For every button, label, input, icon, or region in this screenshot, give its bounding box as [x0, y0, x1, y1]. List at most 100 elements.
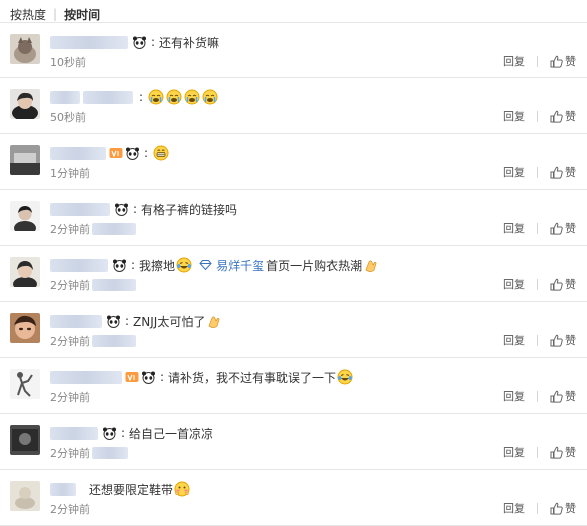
like-label: 赞: [565, 222, 576, 235]
crying-face-icon: [166, 89, 182, 105]
comment-item: : 给自己一首凉凉 2分钟前 回复 赞: [0, 414, 587, 470]
action-divider: [537, 110, 538, 122]
comment-actions: 回复 赞: [503, 164, 576, 180]
like-label: 赞: [565, 334, 576, 347]
timestamp: 2分钟前: [50, 391, 90, 404]
avatar[interactable]: [10, 369, 40, 399]
comment-content: : ZNJJ太可怕了: [50, 312, 223, 330]
like-label: 赞: [565, 110, 576, 123]
username-blurred[interactable]: [50, 146, 106, 160]
comment-item: 还想要限定鞋带 2分钟前 回复 赞: [0, 470, 587, 526]
comment-text: 我擦地: [139, 258, 176, 273]
username-blurred[interactable]: [50, 35, 128, 49]
sort-by-time-tab[interactable]: 按时间: [64, 6, 100, 23]
reply-button[interactable]: 回复: [503, 164, 525, 180]
comment-text-2: 首页一片购衣热潮: [266, 258, 363, 273]
laughing-tears-icon: [337, 369, 353, 385]
username-blurred[interactable]: [50, 90, 80, 104]
colon: :: [144, 146, 149, 160]
sort-by-hot-tab[interactable]: 按热度: [10, 6, 46, 23]
username-blurred[interactable]: [50, 426, 98, 440]
comment-content: : 我擦地 易烊千玺 首页一片购衣热潮: [50, 256, 380, 274]
thumbs-up-icon: [550, 166, 563, 179]
like-button[interactable]: 赞: [550, 388, 576, 404]
vip-badge-icon: [109, 147, 123, 160]
like-label: 赞: [565, 446, 576, 459]
thumbs-up-icon: [550, 222, 563, 235]
colon: :: [133, 202, 138, 216]
comment-actions: 回复 赞: [503, 276, 576, 292]
timestamp-text: 2分钟前: [50, 223, 90, 236]
colon: :: [125, 314, 130, 328]
action-divider: [537, 502, 538, 514]
like-button[interactable]: 赞: [550, 108, 576, 124]
like-button[interactable]: 赞: [550, 53, 576, 69]
timestamp: 1分钟前: [50, 167, 90, 180]
timestamp: 50秒前: [50, 111, 86, 124]
reply-button[interactable]: 回复: [503, 388, 525, 404]
avatar[interactable]: [10, 34, 40, 64]
blurred-text: [92, 335, 136, 347]
reply-button[interactable]: 回复: [503, 444, 525, 460]
grinning-face-icon: [153, 145, 169, 161]
comment-text: 请补货，我不过有事耽误了一下: [168, 370, 337, 385]
avatar[interactable]: [10, 425, 40, 455]
username-blurred[interactable]: [50, 482, 76, 496]
colon: :: [160, 370, 165, 384]
like-label: 赞: [565, 502, 576, 515]
like-button[interactable]: 赞: [550, 332, 576, 348]
thumbs-up-icon: [550, 446, 563, 459]
like-button[interactable]: 赞: [550, 164, 576, 180]
username-blurred[interactable]: [50, 258, 108, 272]
action-divider: [537, 278, 538, 290]
timestamp-text: 2分钟前: [50, 279, 90, 292]
blurred-text: [92, 279, 136, 291]
comment-actions: 回复 赞: [503, 500, 576, 516]
clapping-hands-icon: [206, 313, 222, 329]
timestamp: 2分钟前: [50, 446, 131, 460]
shy-face-icon: [174, 481, 190, 497]
like-button[interactable]: 赞: [550, 276, 576, 292]
comment-item: : 50秒前 回复 赞: [0, 78, 587, 134]
tab-divider: |: [53, 7, 58, 21]
reply-button[interactable]: 回复: [503, 53, 525, 69]
like-button[interactable]: 赞: [550, 444, 576, 460]
like-button[interactable]: 赞: [550, 500, 576, 516]
colon: :: [121, 426, 126, 440]
like-label: 赞: [565, 166, 576, 179]
sort-tabs: 按热度 | 按时间: [10, 6, 100, 22]
username-blurred[interactable]: [50, 370, 122, 384]
avatar[interactable]: [10, 481, 40, 511]
avatar[interactable]: [10, 257, 40, 287]
diamond-icon: [199, 260, 212, 270]
reply-button[interactable]: 回复: [503, 276, 525, 292]
thumbs-up-icon: [550, 278, 563, 291]
reply-button[interactable]: 回复: [503, 220, 525, 236]
comment-item: : 请补货，我不过有事耽误了一下 2分钟前 回复 赞: [0, 358, 587, 414]
comment-actions: 回复 赞: [503, 332, 576, 348]
colon: :: [139, 90, 144, 104]
user-mention-link[interactable]: 易烊千玺: [199, 257, 264, 274]
panda-icon: [113, 203, 129, 216]
reply-button[interactable]: 回复: [503, 500, 525, 516]
reply-button[interactable]: 回复: [503, 332, 525, 348]
panda-icon: [111, 259, 127, 272]
action-divider: [537, 222, 538, 234]
comment-item: : 我擦地 易烊千玺 首页一片购衣热潮 2分钟前 回复 赞: [0, 246, 587, 302]
comment-text: 给自己一首凉凉: [129, 426, 214, 441]
action-divider: [537, 334, 538, 346]
username-blurred[interactable]: [50, 314, 102, 328]
avatar[interactable]: [10, 89, 40, 119]
crying-face-icon: [148, 89, 164, 105]
avatar[interactable]: [10, 145, 40, 175]
like-button[interactable]: 赞: [550, 220, 576, 236]
avatar[interactable]: [10, 313, 40, 343]
comment-actions: 回复 赞: [503, 444, 576, 460]
timestamp-text: 2分钟前: [50, 335, 90, 348]
comment-content: : 还有补货嘛: [50, 33, 219, 51]
avatar[interactable]: [10, 201, 40, 231]
username-blurred[interactable]: [50, 202, 110, 216]
crying-face-icon: [202, 89, 218, 105]
action-divider: [537, 55, 538, 67]
reply-button[interactable]: 回复: [503, 108, 525, 124]
